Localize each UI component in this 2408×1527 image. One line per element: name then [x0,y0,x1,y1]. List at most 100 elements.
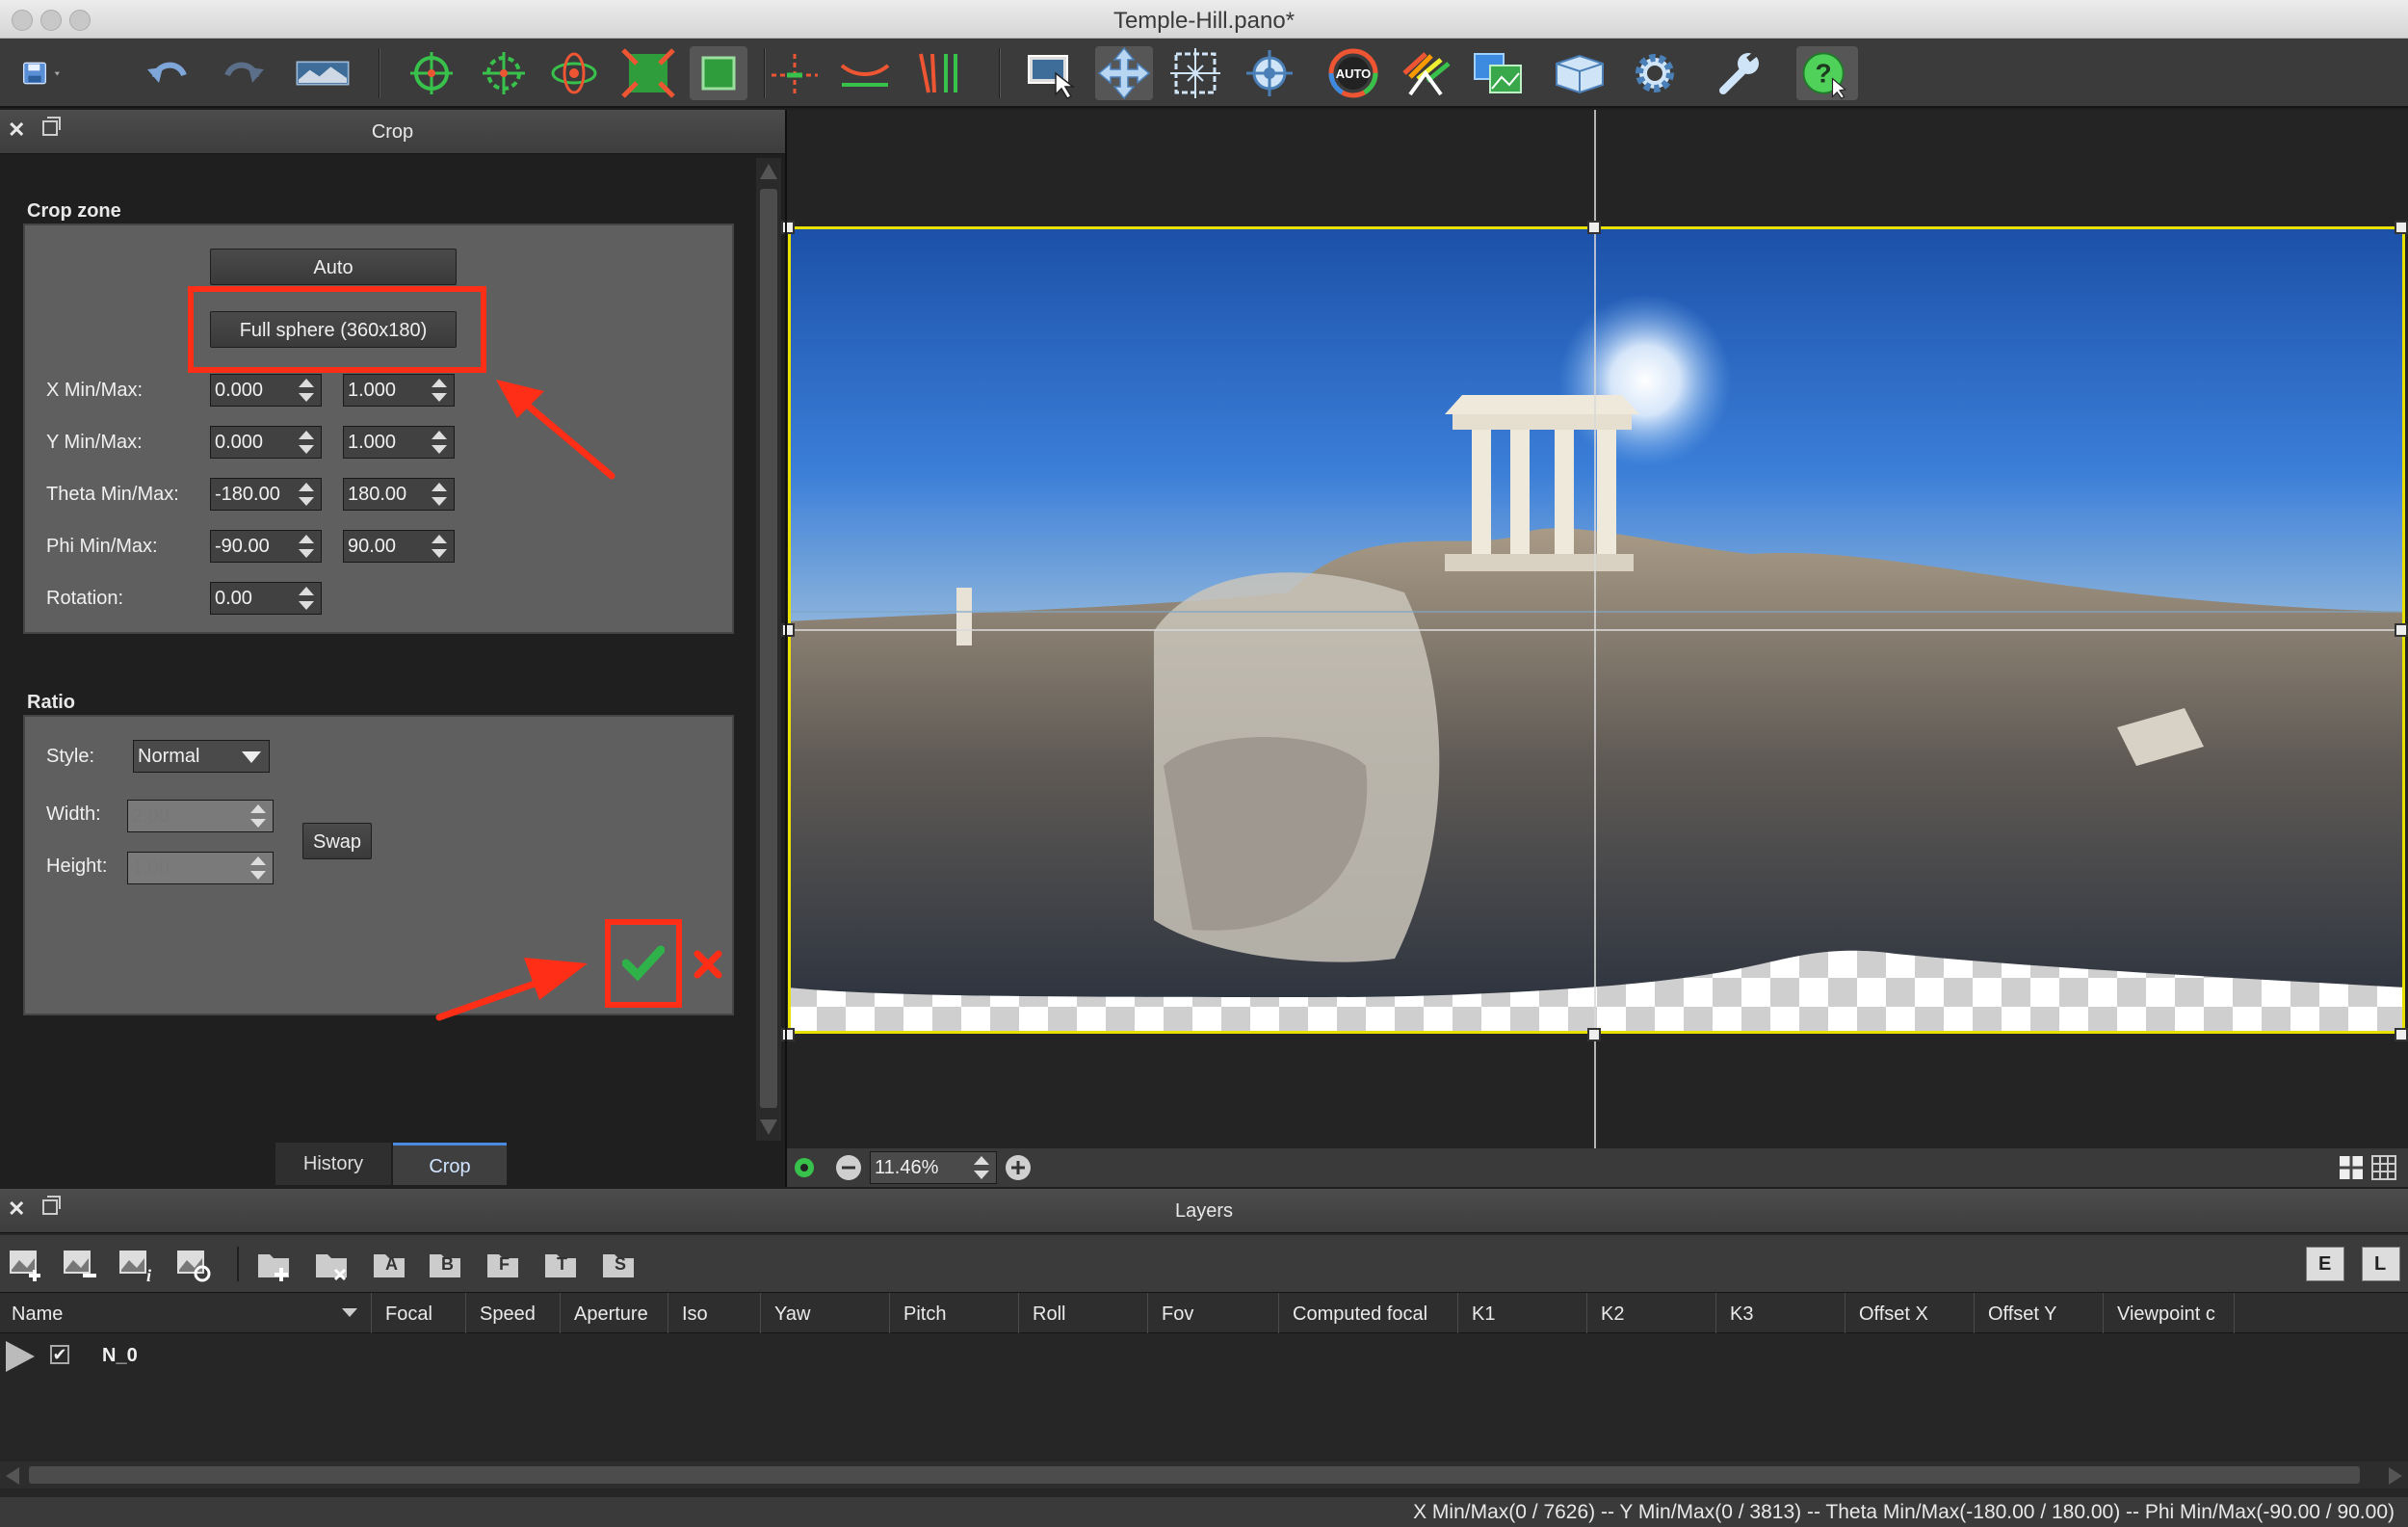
undo-button[interactable] [140,46,197,100]
move-icon [1097,46,1151,100]
vertical-lines-button[interactable] [909,46,967,100]
auto-color-button[interactable]: AUTO [1324,46,1382,100]
layer-f-button[interactable]: F [484,1245,524,1283]
crop-handle[interactable] [781,623,795,637]
auto-crop-button[interactable]: Auto [210,249,457,285]
crop-tool-button[interactable] [690,46,747,100]
confirm-check-icon[interactable] [622,944,665,983]
expand-arrow-icon[interactable] [6,1341,35,1372]
phi-min-field[interactable]: -90.00 [210,530,322,563]
theta-max-field[interactable]: 180.00 [343,478,455,511]
zoom-field[interactable]: 11.46% [870,1151,997,1184]
column-header-focal[interactable]: Focal [374,1293,466,1333]
image-info-button[interactable]: i [116,1245,156,1283]
straighten-button[interactable] [836,46,894,100]
grid-icon[interactable] [2370,1154,2397,1181]
column-header-offset-x[interactable]: Offset X [1847,1293,1975,1333]
panorama-preview-button[interactable] [294,46,363,100]
x-max-field[interactable]: 1.000 [343,374,455,407]
add-group-button[interactable] [254,1245,295,1283]
column-header-k3[interactable]: K3 [1718,1293,1845,1333]
table-row[interactable]: ✔ N_0 [0,1333,2408,1376]
layer-b-button[interactable]: B [426,1245,466,1283]
column-header-iso[interactable]: Iso [670,1293,761,1333]
rotation-field[interactable]: 0.00 [210,582,322,615]
settings-button[interactable] [1626,46,1684,100]
panorama-viewer[interactable]: 11.46% [781,110,2408,1187]
layer-s-button[interactable]: S [599,1245,640,1283]
phi-max-field[interactable]: 90.00 [343,530,455,563]
style-select[interactable]: Normal [133,740,270,773]
crop-panel-title: Crop [371,121,414,143]
crop-panel-header: ✕ Crop [0,110,785,154]
crop-handle[interactable] [1587,1028,1601,1041]
blend-button[interactable] [1469,46,1527,100]
zoom-fit-icon[interactable] [793,1156,816,1179]
layers-scrollbar[interactable] [0,1461,2408,1488]
crop-handle[interactable] [2395,221,2408,234]
column-header-computed-focal[interactable]: Computed focal [1281,1293,1458,1333]
crop-handle[interactable] [2395,623,2408,637]
column-header-k1[interactable]: K1 [1460,1293,1587,1333]
layer-visible-checkbox[interactable]: ✔ [50,1345,69,1364]
y-max-field[interactable]: 1.000 [343,426,455,459]
control-point-auto-button[interactable] [475,46,533,100]
column-header-offset-y[interactable]: Offset Y [1976,1293,2104,1333]
add-image-button[interactable] [6,1245,46,1283]
control-point-add-button[interactable] [403,46,460,100]
x-min-field[interactable]: 0.000 [210,374,322,407]
tab-crop[interactable]: Crop [393,1143,507,1185]
column-header-roll[interactable]: Roll [1021,1293,1148,1333]
remove-image-button[interactable] [60,1245,100,1283]
add-folder-icon [258,1254,289,1281]
theta-min-field[interactable]: -180.00 [210,478,322,511]
select-button[interactable] [1023,46,1081,100]
remove-folder-icon [316,1254,347,1281]
color-button[interactable] [1397,46,1454,100]
column-header-speed[interactable]: Speed [468,1293,561,1333]
redo-button[interactable] [214,46,272,100]
blend-icon [1474,53,1522,93]
crop-handle[interactable] [1587,221,1601,234]
crop-select-button[interactable] [1166,46,1224,100]
move-button[interactable] [1095,46,1153,100]
cancel-x-icon[interactable] [694,950,722,979]
save-button[interactable] [17,46,104,100]
view-l-button[interactable]: L [2362,1247,2400,1281]
replace-image-button[interactable] [173,1245,214,1283]
column-header-name[interactable]: Name [0,1293,372,1333]
crop-handle[interactable] [2395,1028,2408,1041]
panel-scrollbar[interactable] [756,158,781,1141]
remove-group-button[interactable] [312,1245,353,1283]
horizon-button[interactable] [766,46,824,100]
crop-handle[interactable] [781,1028,795,1041]
splitter[interactable] [785,110,787,1187]
target-button[interactable] [1241,46,1298,100]
layout-quad-icon[interactable] [2338,1154,2365,1181]
column-header-aperture[interactable]: Aperture [563,1293,668,1333]
target-icon [1246,50,1293,96]
column-header-pitch[interactable]: Pitch [892,1293,1019,1333]
orbit-button[interactable] [545,46,603,100]
svg-text:i: i [146,1266,151,1283]
y-min-field[interactable]: 0.000 [210,426,322,459]
column-header-k2[interactable]: K2 [1589,1293,1716,1333]
tab-history[interactable]: History [275,1143,391,1185]
column-header-fov[interactable]: Fov [1150,1293,1279,1333]
crop-panel: ✕ Crop Crop zone Auto Full sphere (360x1… [0,110,785,1187]
column-header-yaw[interactable]: Yaw [763,1293,890,1333]
swap-button[interactable]: Swap [302,823,372,859]
tools-button[interactable] [1710,46,1767,100]
view-e-button[interactable]: E [2306,1247,2344,1281]
crop-handle[interactable] [781,221,795,234]
render-button[interactable] [1551,46,1609,100]
help-button[interactable]: ? [1796,46,1858,100]
column-header-viewpoint[interactable]: Viewpoint c [2106,1293,2235,1333]
crop-fit-button[interactable] [619,46,677,100]
layer-a-button[interactable]: A [370,1245,410,1283]
layers-toolbar: i A B F T S E L [0,1235,2408,1293]
zoom-out-icon[interactable] [835,1154,862,1181]
layers-table-header: Name Focal Speed Aperture Iso Yaw Pitch … [0,1293,2408,1333]
zoom-in-icon[interactable] [1005,1154,1032,1181]
layer-t-button[interactable]: T [541,1245,582,1283]
